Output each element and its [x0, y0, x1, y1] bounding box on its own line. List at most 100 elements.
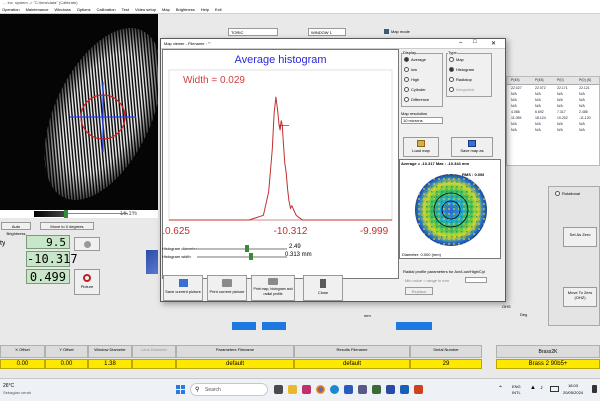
rotational-radio[interactable]: Rotational: [555, 191, 580, 197]
app-icon[interactable]: [302, 385, 311, 394]
type-option[interactable]: Map: [449, 57, 464, 63]
menu-item[interactable]: Brightness: [176, 6, 195, 13]
type-option-label: Radialop: [456, 77, 472, 82]
camera-view[interactable]: [0, 14, 158, 210]
explorer-icon[interactable]: [288, 385, 297, 394]
print-picture-button[interactable]: Print current picture: [207, 275, 247, 301]
param-value[interactable]: 0.00: [0, 359, 45, 369]
param-value[interactable]: 1.38: [88, 359, 132, 369]
search-label: Search: [205, 387, 221, 393]
app-icon[interactable]: [400, 385, 409, 394]
table-cell: N/A: [535, 122, 541, 126]
maximize-icon[interactable]: □: [473, 39, 477, 45]
brass-value[interactable]: Brass 2 90b5+: [496, 359, 600, 369]
param-value[interactable]: default: [294, 359, 410, 369]
table-cell: N/A: [557, 98, 563, 102]
app-icon[interactable]: [372, 385, 381, 394]
param-value[interactable]: 29: [410, 359, 482, 369]
display-option[interactable]: Cylinder: [404, 87, 426, 93]
histogram-width-slider[interactable]: [197, 256, 287, 258]
battery-icon[interactable]: [550, 386, 559, 392]
print-map-button[interactable]: Print map, histogram and radial profile: [251, 275, 295, 301]
histogram-diameter-handle[interactable]: [245, 245, 249, 252]
param-header: Results Filename: [294, 345, 410, 358]
param-value[interactable]: [132, 359, 176, 369]
radial-replace-button[interactable]: Replace: [405, 287, 433, 295]
display-option-label: Cylinder: [411, 87, 426, 92]
histogram-point: [293, 210, 295, 211]
menu-item[interactable]: Exit: [215, 6, 222, 13]
move-zero-button[interactable]: Move to 0 degrees: [40, 222, 94, 230]
menu-item[interactable]: Options: [77, 6, 91, 13]
histogram-diameter-slider[interactable]: [197, 248, 287, 250]
language-indicator[interactable]: ENG: [512, 384, 521, 389]
tray-chevron-icon[interactable]: ⌃: [498, 385, 503, 392]
type-option[interactable]: Integrated: [449, 87, 474, 93]
menu-item[interactable]: Map: [162, 6, 170, 13]
table-cell: 22.072: [535, 86, 546, 90]
menu-item[interactable]: Video setup: [135, 6, 156, 13]
radial-min-label: Min value = range in mm: [405, 278, 449, 283]
table-cell: N/A: [579, 104, 585, 108]
app-icon[interactable]: [358, 385, 367, 394]
type-option-label: Map: [456, 57, 464, 62]
window-select[interactable]: WINDOW 1: [308, 28, 346, 36]
display-option[interactable]: Difference: [404, 97, 429, 103]
plot-frame: [168, 69, 393, 221]
chart-annotation: Width = 0.029: [183, 75, 245, 86]
histogram-line: [169, 96, 392, 221]
print-map-label: Print map, histogram and radial profile: [253, 287, 293, 296]
folder-icon: [417, 140, 425, 147]
param-header: X Offset: [0, 345, 45, 358]
weather-text: Sebagian cerah: [3, 390, 32, 395]
menu-item[interactable]: Calibration: [97, 6, 116, 13]
type-select[interactable]: TORIC: [228, 28, 278, 36]
load-map-button[interactable]: Load map: [403, 137, 439, 157]
histogram-width-value: 0.313 mm: [285, 252, 312, 258]
move-to-zero-button[interactable]: Move To Zero (OHZ): [563, 287, 597, 307]
record-button[interactable]: [74, 237, 100, 251]
notification-icon[interactable]: [592, 385, 597, 393]
histogram-plot: Average histogram Width = 0.029 -10.625 -10…: [156, 49, 399, 279]
app-icon[interactable]: [386, 385, 395, 394]
wifi-icon[interactable]: ▲: [530, 385, 536, 391]
type-option[interactable]: Radialop: [449, 77, 472, 83]
display-option[interactable]: Average: [404, 57, 426, 63]
deg-label: Deg: [520, 312, 528, 317]
app-icon[interactable]: [344, 385, 353, 394]
table-cell: N/A: [557, 122, 563, 126]
menu-item[interactable]: Windows: [54, 6, 70, 13]
menu-item[interactable]: Help: [201, 6, 209, 13]
scale-slider-handle[interactable]: [64, 210, 68, 218]
readout-value-3: 0.499: [26, 269, 70, 284]
display-option[interactable]: low: [404, 67, 417, 73]
menu-item[interactable]: Maintenance: [26, 6, 49, 13]
param-header: Serial Number: [410, 345, 482, 358]
param-value[interactable]: default: [176, 359, 294, 369]
app-icon[interactable]: [414, 385, 423, 394]
save-map-button[interactable]: Save map as: [451, 137, 493, 157]
close-icon[interactable]: ✕: [491, 40, 496, 47]
speaker-icon[interactable]: ♪: [540, 385, 543, 391]
windows-start-icon[interactable]: [176, 385, 185, 394]
map-mode-checkbox[interactable]: Map mode: [384, 29, 410, 35]
menu-item[interactable]: Test: [122, 6, 129, 13]
auto-brightness-button[interactable]: Auto Brightness: [1, 222, 31, 236]
map-resolution-label: Map resolution: [401, 111, 428, 116]
chrome-icon[interactable]: [316, 385, 325, 394]
picture-button[interactable]: Picture: [74, 269, 100, 295]
search-box[interactable]: ⚲ Search: [190, 383, 268, 396]
close-button[interactable]: Close: [303, 275, 343, 301]
minimize-icon[interactable]: –: [459, 40, 462, 46]
menu-item[interactable]: Operation: [2, 6, 20, 13]
display-option[interactable]: High: [404, 77, 419, 83]
task-view-icon[interactable]: [274, 385, 283, 394]
radial-value-input[interactable]: [465, 277, 487, 283]
save-picture-button[interactable]: Save current picture: [163, 275, 203, 301]
histogram-width-handle[interactable]: [249, 253, 253, 260]
param-value[interactable]: 0.00: [45, 359, 88, 369]
set-as-zero-button[interactable]: Set As Zero: [563, 227, 597, 247]
map-resolution-select[interactable]: 10 microns: [401, 117, 443, 124]
edge-icon[interactable]: [330, 385, 339, 394]
type-option[interactable]: Histogram: [449, 67, 474, 73]
